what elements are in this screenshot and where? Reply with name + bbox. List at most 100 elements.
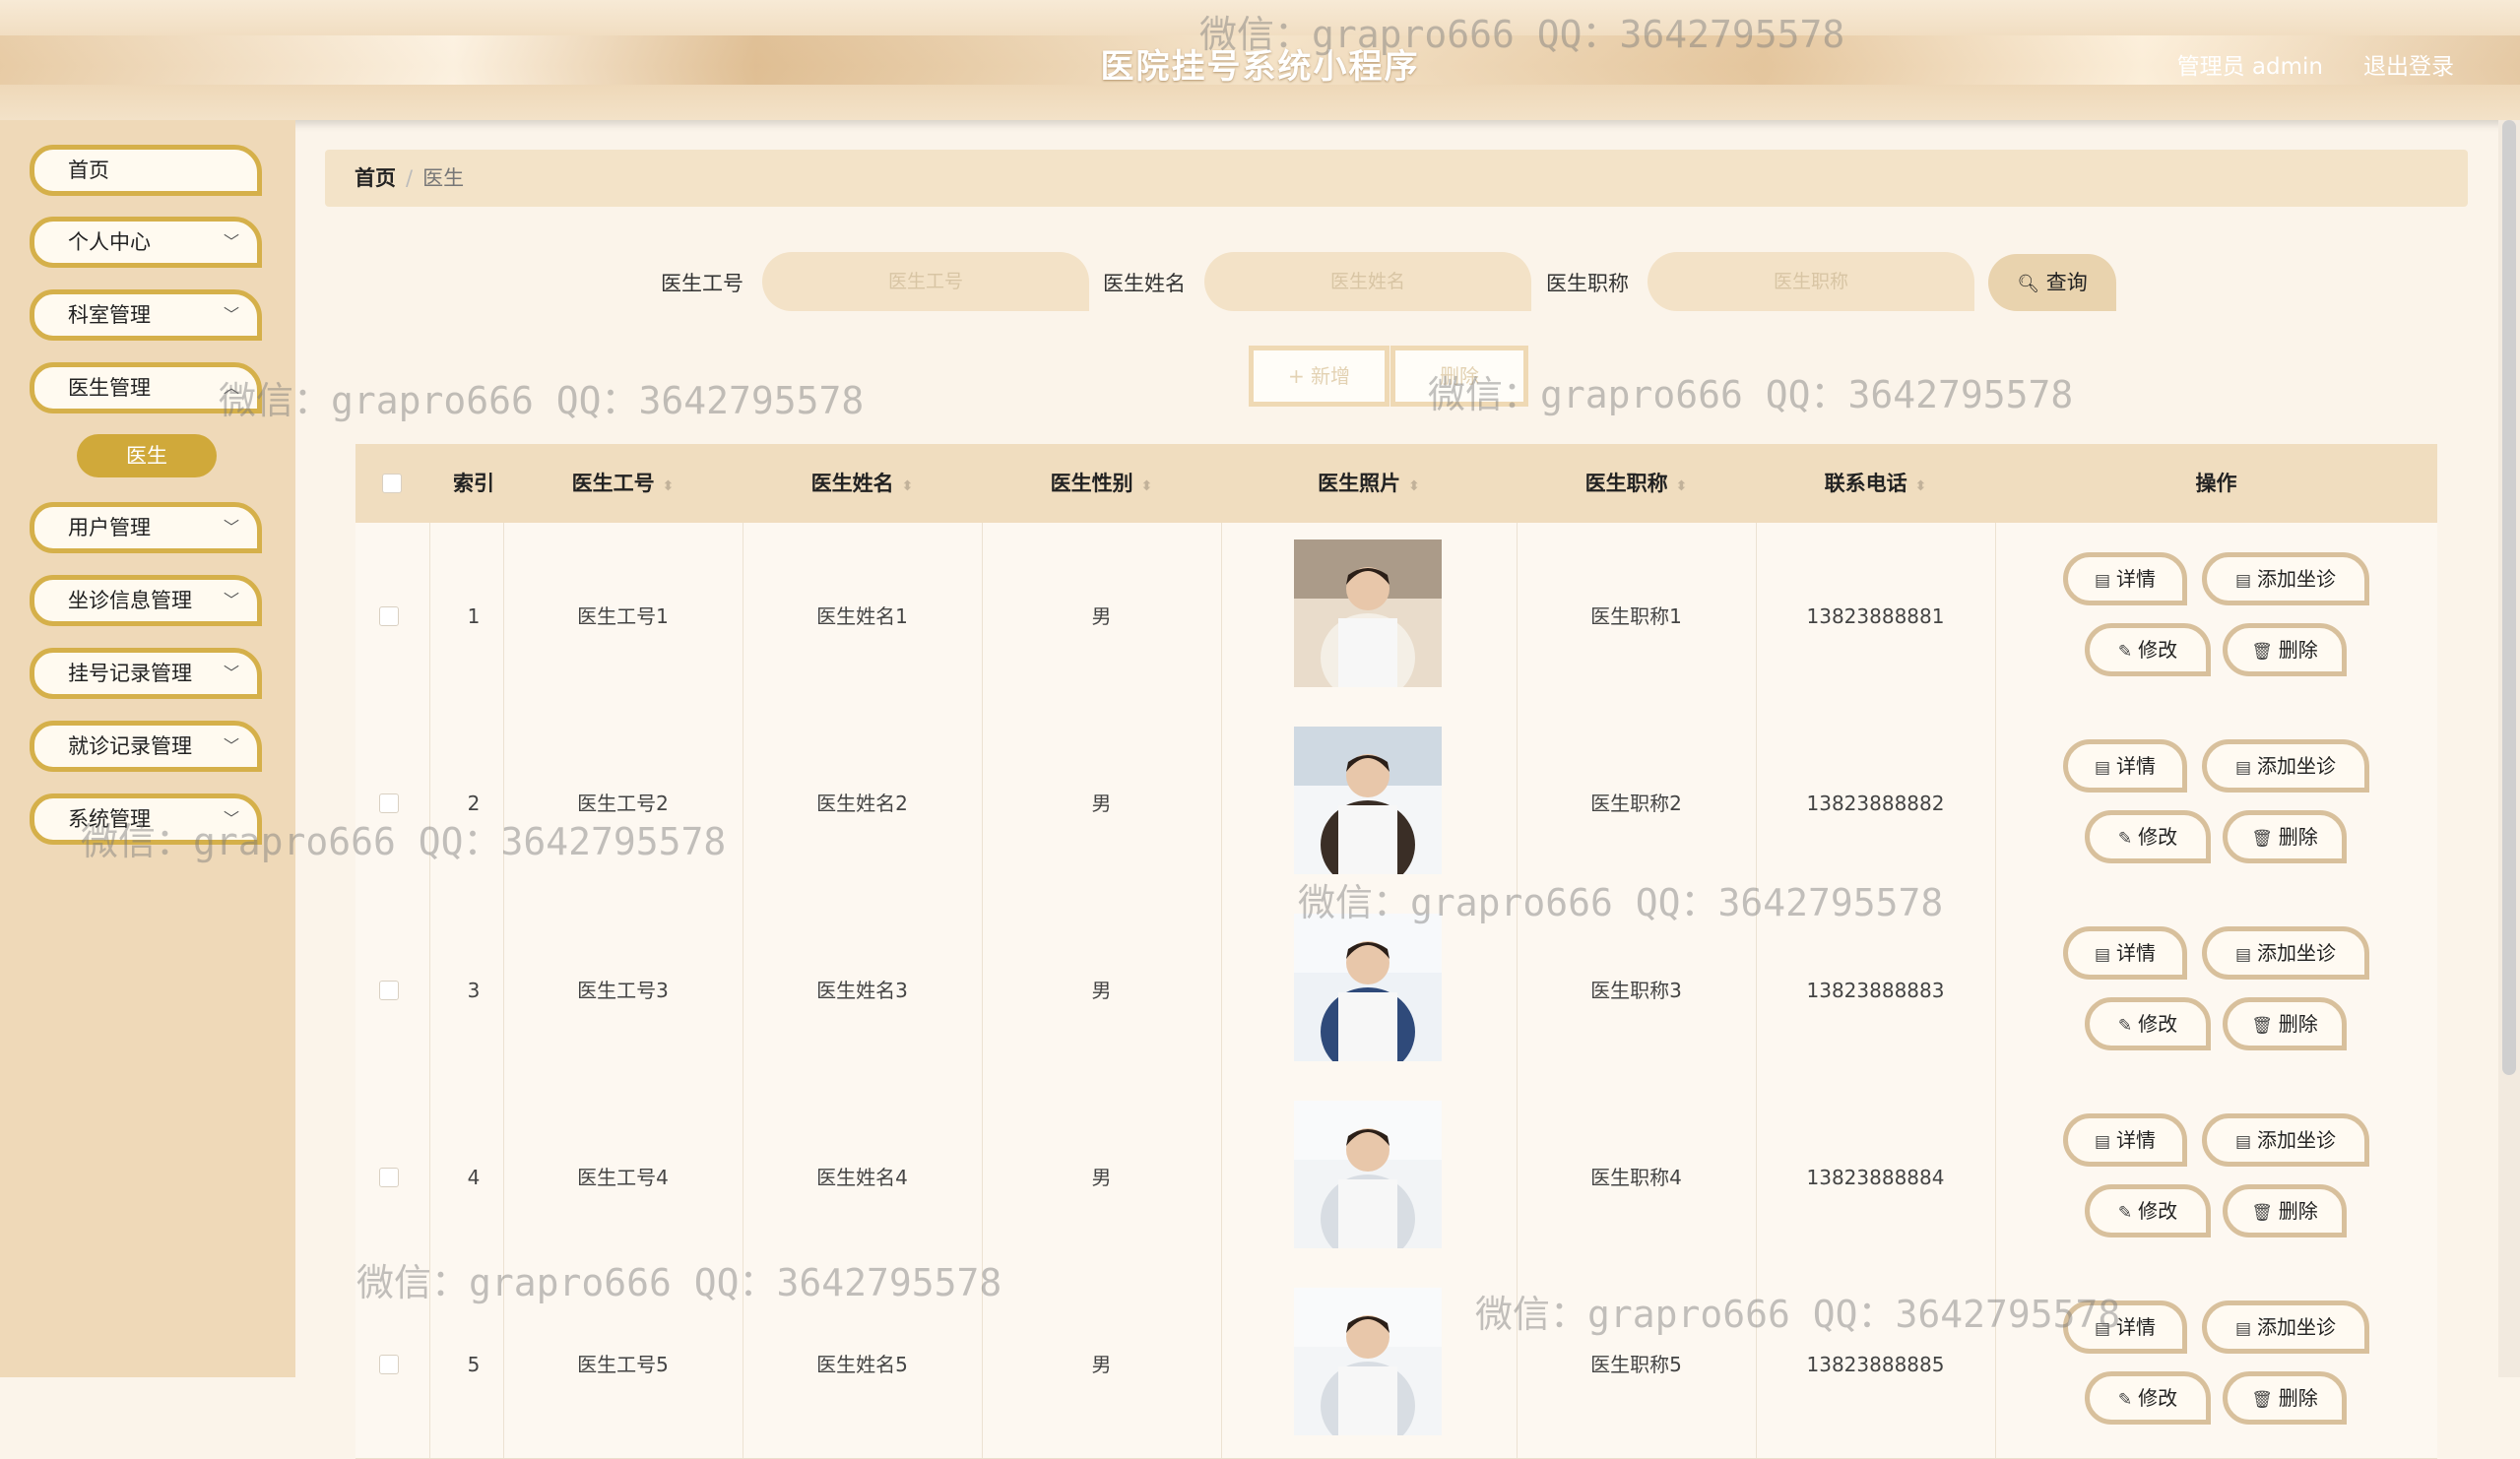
detail-button-label: 详情 [2116, 754, 2157, 778]
sort-icon[interactable]: ⬍ [1915, 478, 1927, 494]
row-checkbox[interactable] [379, 793, 399, 813]
sidebar-item-registration[interactable]: 挂号记录管理 ﹀ [30, 648, 262, 699]
search-button[interactable]: 🔍︎ 查询 [1988, 254, 2116, 311]
delete-button[interactable]: 🗑︎ 删除 [2223, 1184, 2347, 1237]
cell-phone: 13823888885 [1806, 1353, 1945, 1376]
logout-link[interactable]: 退出登录 [2363, 47, 2454, 81]
column-divider [1995, 710, 1996, 897]
sidebar-subitem-doctor[interactable]: 医生 [77, 434, 217, 477]
cell-doctor-id: 医生工号2 [577, 792, 669, 815]
delete-button[interactable]: 🗑︎ 删除 [2223, 997, 2347, 1050]
row-checkbox[interactable] [379, 606, 399, 626]
add-visit-button-label: 添加坐诊 [2257, 941, 2337, 965]
edit-button[interactable]: ✎ 修改 [2085, 1184, 2211, 1237]
sidebar-item-label: 就诊记录管理 [68, 734, 192, 758]
sidebar-item-home[interactable]: 首页 [30, 145, 262, 196]
sidebar-item-user[interactable]: 用户管理 ﹀ [30, 502, 262, 553]
table-row: 5 医生工号5 医生姓名5 男医生职称5 13823888885 ▤ 详情 ▤ 添加坐诊 ✎ 修改… [355, 1271, 2437, 1459]
column-header-title[interactable]: 医生职称 ⬍ [1517, 444, 1756, 523]
sort-icon[interactable]: ⬍ [1676, 478, 1688, 494]
sort-icon[interactable]: ⬍ [663, 478, 675, 494]
delete-button[interactable]: 🗑︎ 删除 [2223, 810, 2347, 863]
top-header: 医院挂号系统小程序 管理员 admin 退出登录 [0, 0, 2520, 120]
edit-button-label: 修改 [2138, 1199, 2178, 1223]
column-header-label: 医生职称 [1584, 472, 1668, 495]
column-header-gender[interactable]: 医生性别 ⬍ [982, 444, 1221, 523]
document-icon: ▤ [2234, 945, 2252, 965]
sidebar-item-label: 科室管理 [68, 303, 151, 327]
sidebar-item-doctor[interactable]: 医生管理 ︿ [30, 362, 262, 413]
sidebar-item-visit-info[interactable]: 坐诊信息管理 ﹀ [30, 575, 262, 626]
edit-icon: ✎ [2117, 1203, 2133, 1223]
delete-button[interactable]: 🗑︎ 删除 [2223, 1371, 2347, 1425]
sidebar-item-medical-record[interactable]: 就诊记录管理 ﹀ [30, 721, 262, 772]
doctor-id-input[interactable] [762, 252, 1089, 311]
column-divider [1995, 1084, 1996, 1271]
add-visit-button[interactable]: ▤ 添加坐诊 [2202, 926, 2369, 980]
column-header-photo[interactable]: 医生照片 ⬍ [1221, 444, 1517, 523]
detail-button-label: 详情 [2116, 567, 2157, 591]
cell-doctor-name: 医生姓名4 [816, 1166, 908, 1189]
scrollbar-thumb[interactable] [2502, 120, 2516, 1075]
breadcrumb-separator: / [406, 166, 414, 190]
sort-icon[interactable]: ⬍ [1141, 478, 1153, 494]
search-button-label: 查询 [2045, 271, 2088, 294]
add-visit-button[interactable]: ▤ 添加坐诊 [2202, 1300, 2369, 1354]
sidebar-item-department[interactable]: 科室管理 ﹀ [30, 289, 262, 341]
column-header-phone[interactable]: 联系电话 ⬍ [1756, 444, 1995, 523]
column-header-doctor-id[interactable]: 医生工号 ⬍ [503, 444, 743, 523]
column-divider [1221, 710, 1222, 897]
detail-button[interactable]: ▤ 详情 [2063, 552, 2187, 605]
sort-icon[interactable]: ⬍ [1408, 478, 1420, 494]
edit-button[interactable]: ✎ 修改 [2085, 997, 2211, 1050]
add-button[interactable]: + 新增 [1249, 346, 1389, 407]
column-header-actions: 操作 [2195, 472, 2237, 495]
document-icon: ▤ [2234, 571, 2252, 591]
watermark: 微信：grapro666 QQ：3642795578 [219, 379, 865, 422]
edit-button[interactable]: ✎ 修改 [2085, 1371, 2211, 1425]
row-checkbox[interactable] [379, 981, 399, 1000]
column-divider [1995, 1271, 1996, 1458]
chevron-down-icon: ﹀ [223, 591, 239, 609]
column-header-label: 医生照片 [1318, 472, 1401, 495]
column-header-doctor-name[interactable]: 医生姓名 ⬍ [743, 444, 982, 523]
column-divider [1221, 523, 1222, 710]
cell-doctor-name: 医生姓名5 [816, 1353, 908, 1376]
add-visit-button-label: 添加坐诊 [2257, 567, 2337, 591]
edit-button[interactable]: ✎ 修改 [2085, 623, 2211, 676]
batch-delete-button[interactable]: 删除 [1390, 346, 1528, 407]
sort-icon[interactable]: ⬍ [902, 478, 914, 494]
table-row: 2 医生工号2 医生姓名2 男医生职称2 13823888882 ▤ 详情 ▤ 添加坐诊 ✎ 修改… [355, 710, 2437, 898]
edit-button-label: 修改 [2138, 1386, 2178, 1410]
detail-button[interactable]: ▤ 详情 [2063, 1113, 2187, 1167]
delete-button-label: 删除 [2278, 638, 2318, 662]
sidebar-item-personal-center[interactable]: 个人中心 ﹀ [30, 217, 262, 268]
table-row: 4 医生工号4 医生姓名4 男医生职称4 13823888884 ▤ 详情 ▤ 添加坐诊 ✎ 修改… [355, 1084, 2437, 1272]
edit-button[interactable]: ✎ 修改 [2085, 810, 2211, 863]
delete-button-label: 删除 [2278, 1012, 2318, 1036]
row-checkbox[interactable] [379, 1355, 399, 1374]
table-header: 索引 医生工号 ⬍ 医生姓名 ⬍ 医生性别 ⬍ 医生照片 ⬍ 医生职称 ⬍ 联系电话 ⬍ 操… [355, 444, 2437, 523]
vertical-scrollbar[interactable] [2498, 120, 2520, 1377]
sidebar-item-label: 首页 [68, 159, 109, 182]
sidebar-item-system[interactable]: 系统管理 ﹀ [30, 793, 262, 845]
detail-button[interactable]: ▤ 详情 [2063, 739, 2187, 793]
detail-button[interactable]: ▤ 详情 [2063, 1300, 2187, 1354]
add-visit-button[interactable]: ▤ 添加坐诊 [2202, 739, 2369, 793]
trash-icon: 🗑︎ [2251, 1390, 2273, 1410]
doctor-photo [1294, 1101, 1442, 1248]
doctor-title-input[interactable] [1648, 252, 1974, 311]
breadcrumb-home[interactable]: 首页 [355, 166, 396, 190]
add-visit-button[interactable]: ▤ 添加坐诊 [2202, 1113, 2369, 1167]
sidebar-item-label: 系统管理 [68, 807, 151, 831]
add-visit-button[interactable]: ▤ 添加坐诊 [2202, 552, 2369, 605]
detail-button[interactable]: ▤ 详情 [2063, 926, 2187, 980]
delete-button[interactable]: 🗑︎ 删除 [2223, 623, 2347, 676]
row-checkbox[interactable] [379, 1168, 399, 1187]
detail-button-label: 详情 [2116, 1128, 2157, 1152]
column-divider [1221, 1271, 1222, 1458]
add-visit-button-label: 添加坐诊 [2257, 1128, 2337, 1152]
cell-doctor-id: 医生工号4 [577, 1166, 669, 1189]
select-all-checkbox[interactable] [382, 474, 402, 493]
doctor-name-input[interactable] [1204, 252, 1531, 311]
